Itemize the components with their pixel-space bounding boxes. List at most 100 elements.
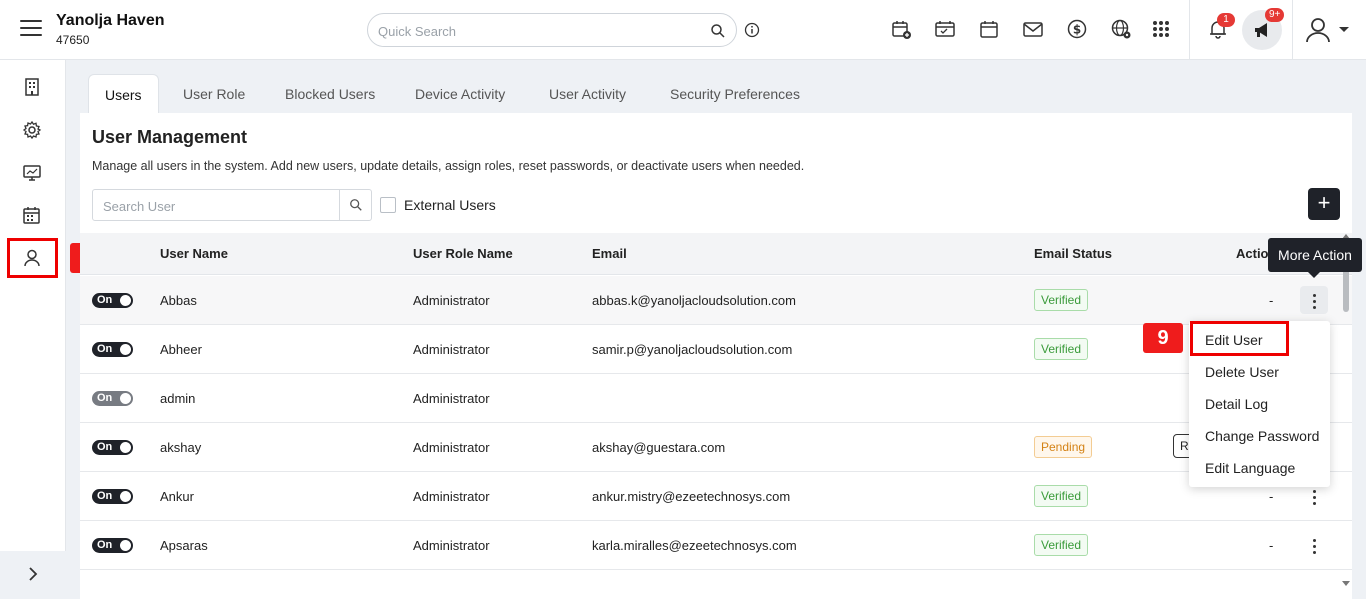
megaphone-icon bbox=[1255, 23, 1267, 37]
monitor-chart-icon[interactable] bbox=[22, 163, 42, 183]
user-role-cell: Administrator bbox=[413, 440, 490, 455]
email-cell: abbas.k@yanoljacloudsolution.com bbox=[592, 293, 796, 308]
search-user-box bbox=[92, 189, 372, 221]
notification-count-badge: 1 bbox=[1217, 13, 1235, 27]
calendar-grid-icon[interactable] bbox=[22, 205, 42, 225]
search-icon bbox=[350, 199, 362, 211]
sidebar-highlight-box bbox=[7, 238, 58, 278]
quick-search-input[interactable] bbox=[378, 21, 698, 41]
tab-users[interactable]: Users bbox=[88, 74, 159, 114]
add-user-button[interactable]: + bbox=[1308, 188, 1340, 220]
calendar-check-icon[interactable] bbox=[934, 18, 956, 40]
status-badge: Pending bbox=[1034, 436, 1093, 458]
svg-text:$: $ bbox=[1073, 23, 1081, 37]
active-toggle[interactable]: On bbox=[92, 538, 133, 553]
email-cell: karla.miralles@ezeetechnosys.com bbox=[592, 538, 797, 553]
quick-search-box bbox=[367, 13, 737, 47]
table-header: User Name User Role Name Email Email Sta… bbox=[80, 233, 1352, 275]
search-user-input[interactable] bbox=[103, 196, 333, 216]
user-name-cell: akshay bbox=[160, 440, 202, 455]
divider bbox=[1292, 0, 1293, 60]
dollar-icon[interactable]: $ bbox=[1066, 18, 1088, 40]
tab-blocked-users[interactable]: Blocked Users bbox=[269, 74, 391, 114]
user-name-cell: admin bbox=[160, 391, 196, 406]
user-management-panel: User Management Manage all users in the … bbox=[80, 113, 1352, 599]
sidebar-expand-button[interactable] bbox=[0, 551, 66, 599]
active-toggle[interactable]: On bbox=[92, 489, 133, 504]
more-action-tooltip: More Action bbox=[1268, 238, 1362, 278]
user-role-cell: Administrator bbox=[413, 293, 490, 308]
table-row[interactable]: On Apsaras Administrator karla.miralles@… bbox=[80, 521, 1352, 570]
menu-item-delete-user[interactable]: Delete User bbox=[1205, 364, 1279, 380]
tab-security-preferences[interactable]: Security Preferences bbox=[654, 74, 816, 114]
column-header-email[interactable]: Email bbox=[592, 246, 627, 261]
table-row[interactable]: On akshay Administrator akshay@guestara.… bbox=[80, 423, 1352, 472]
user-name-cell: Ankur bbox=[160, 489, 194, 504]
user-menu[interactable] bbox=[1305, 16, 1353, 44]
globe-settings-icon[interactable] bbox=[1110, 18, 1132, 40]
column-header-user-name[interactable]: User Name bbox=[160, 246, 228, 261]
left-sidebar bbox=[0, 60, 66, 599]
tab-user-role[interactable]: User Role bbox=[167, 74, 261, 114]
external-users-checkbox[interactable] bbox=[380, 197, 396, 213]
tab-device-activity[interactable]: Device Activity bbox=[399, 74, 521, 114]
divider bbox=[1189, 0, 1190, 60]
gear-icon[interactable] bbox=[22, 120, 42, 140]
apps-grid-icon[interactable] bbox=[1150, 18, 1172, 40]
action-value: - bbox=[1269, 489, 1274, 504]
announcement-count-badge: 9+ bbox=[1265, 8, 1285, 22]
table-row[interactable]: On Ankur Administrator ankur.mistry@ezee… bbox=[80, 472, 1352, 521]
toggle-label: On bbox=[97, 539, 113, 551]
column-header-email-status[interactable]: Email Status bbox=[1034, 246, 1112, 261]
column-header-action: Actio bbox=[1236, 246, 1269, 261]
page-subtitle: Manage all users in the system. Add new … bbox=[92, 159, 805, 173]
hotel-id: 47650 bbox=[56, 33, 90, 47]
user-name-cell: Abheer bbox=[160, 342, 202, 357]
user-role-cell: Administrator bbox=[413, 342, 490, 357]
user-role-cell: Administrator bbox=[413, 538, 490, 553]
menu-item-change-password[interactable]: Change Password bbox=[1205, 428, 1319, 444]
column-header-user-role[interactable]: User Role Name bbox=[413, 246, 513, 261]
active-toggle[interactable]: On bbox=[92, 342, 133, 357]
search-icon[interactable] bbox=[710, 23, 726, 39]
toggle-label: On bbox=[97, 441, 113, 453]
status-badge: Verified bbox=[1034, 289, 1089, 311]
toggle-label: On bbox=[97, 392, 113, 404]
user-role-cell: Administrator bbox=[413, 489, 490, 504]
building-icon[interactable] bbox=[22, 77, 42, 97]
toggle-label: On bbox=[97, 294, 113, 306]
active-toggle: On bbox=[92, 391, 133, 406]
edit-user-highlight-box bbox=[1190, 321, 1289, 356]
menu-icon[interactable] bbox=[20, 20, 42, 38]
scroll-down-icon[interactable] bbox=[1342, 581, 1350, 587]
external-users-label: External Users bbox=[404, 197, 496, 213]
chevron-right-icon bbox=[29, 567, 38, 581]
status-badge: Verified bbox=[1034, 485, 1089, 507]
email-cell: ankur.mistry@ezeetechnosys.com bbox=[592, 489, 791, 504]
more-action-button[interactable] bbox=[1300, 286, 1328, 314]
status-badge: Verified bbox=[1034, 338, 1089, 360]
step-9-badge: 9 bbox=[1143, 323, 1183, 353]
status-badge: Verified bbox=[1034, 534, 1089, 556]
search-user-button[interactable] bbox=[339, 190, 371, 220]
tab-user-activity[interactable]: User Activity bbox=[533, 74, 642, 114]
calendar-add-icon[interactable] bbox=[890, 18, 912, 40]
email-cell: akshay@guestara.com bbox=[592, 440, 726, 455]
active-toggle[interactable]: On bbox=[92, 293, 133, 308]
action-value: - bbox=[1269, 538, 1274, 553]
page-title: User Management bbox=[92, 127, 248, 147]
user-role-cell: Administrator bbox=[413, 391, 490, 406]
table-row[interactable]: On Abbas Administrator abbas.k@yanoljacl… bbox=[80, 276, 1352, 325]
table-row[interactable]: On admin Administrator bbox=[80, 374, 1352, 423]
menu-item-edit-language[interactable]: Edit Language bbox=[1205, 460, 1295, 476]
more-action-button[interactable] bbox=[1300, 531, 1328, 559]
toggle-label: On bbox=[97, 490, 113, 502]
mail-icon[interactable] bbox=[1022, 18, 1044, 40]
active-toggle[interactable]: On bbox=[92, 440, 133, 455]
email-cell: samir.p@yanoljacloudsolution.com bbox=[592, 342, 793, 357]
info-icon[interactable] bbox=[744, 22, 760, 38]
menu-item-detail-log[interactable]: Detail Log bbox=[1205, 396, 1268, 412]
toggle-label: On bbox=[97, 343, 113, 355]
user-name-cell: Abbas bbox=[160, 293, 197, 308]
calendar-icon[interactable] bbox=[978, 18, 1000, 40]
